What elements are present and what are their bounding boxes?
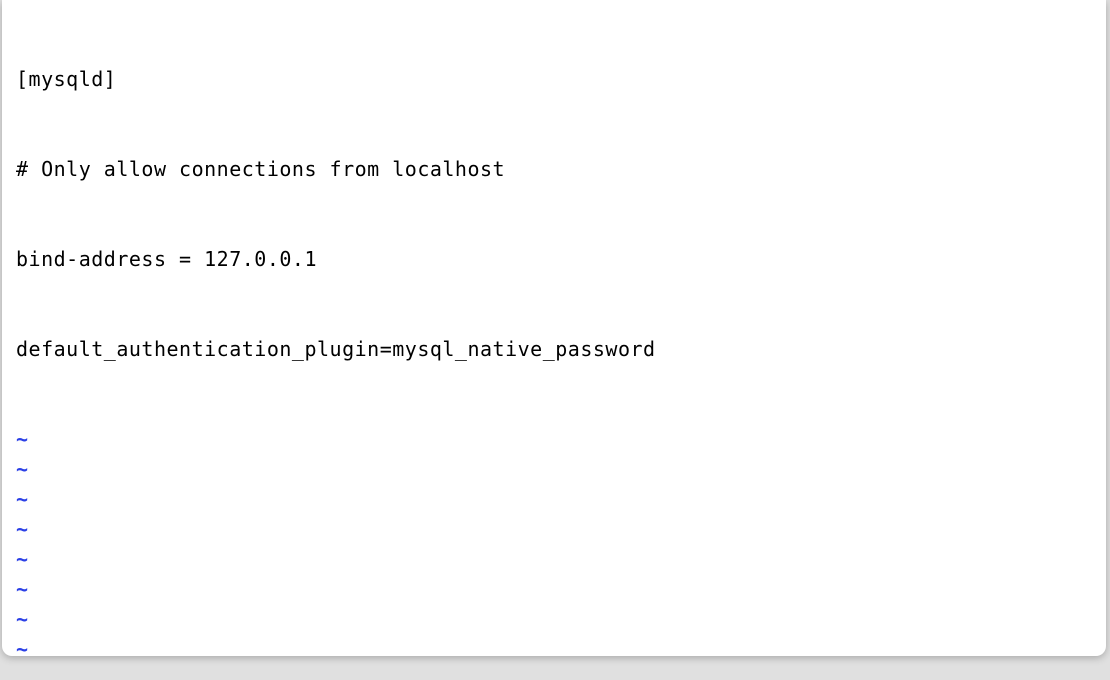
empty-line-tilde: ~	[16, 634, 1092, 656]
empty-line-tilde: ~	[16, 574, 1092, 604]
empty-line-tilde: ~	[16, 544, 1092, 574]
empty-line-tilde: ~	[16, 484, 1092, 514]
empty-line-tilde: ~	[16, 424, 1092, 454]
file-line: default_authentication_plugin=mysql_nati…	[16, 334, 1092, 364]
file-line: [mysqld]	[16, 64, 1092, 94]
file-line: bind-address = 127.0.0.1	[16, 244, 1092, 274]
editor-buffer[interactable]: [mysqld] # Only allow connections from l…	[2, 0, 1106, 656]
empty-line-tilde: ~	[16, 604, 1092, 634]
empty-lines-region: ~~~~~~~~~~~~~~~~~~	[16, 424, 1092, 656]
empty-line-tilde: ~	[16, 514, 1092, 544]
terminal-window: [mysqld] # Only allow connections from l…	[2, 0, 1106, 656]
file-line: # Only allow connections from localhost	[16, 154, 1092, 184]
empty-line-tilde: ~	[16, 454, 1092, 484]
